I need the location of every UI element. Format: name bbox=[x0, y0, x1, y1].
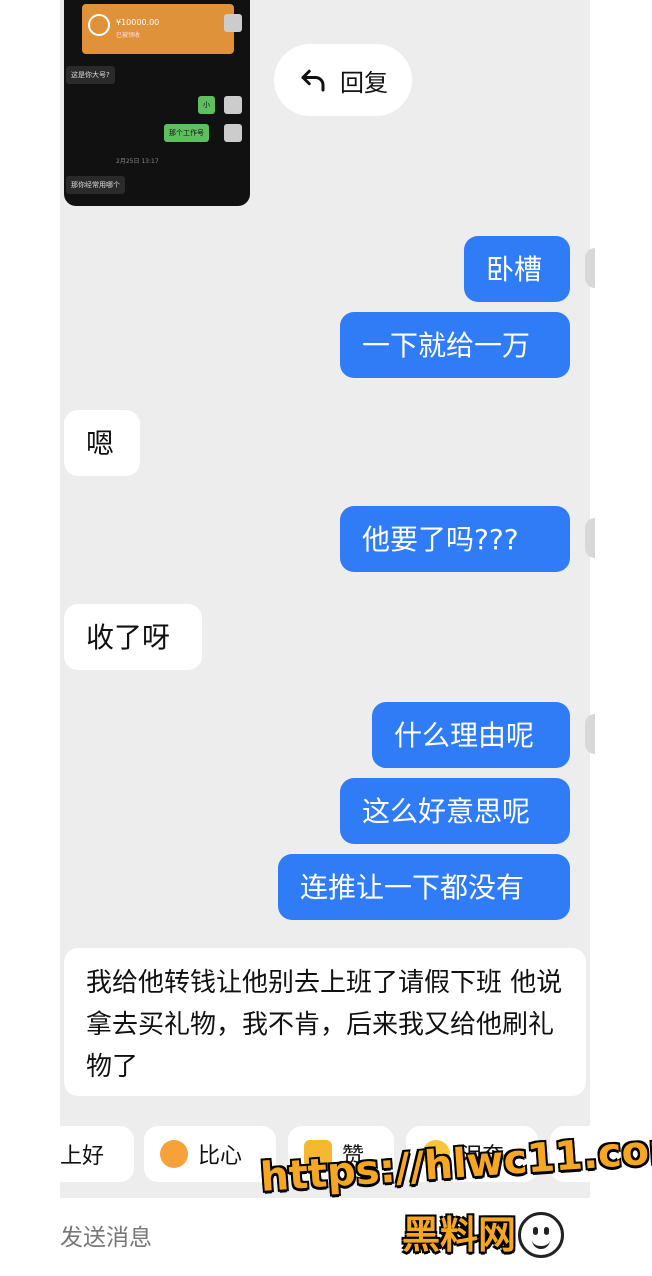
reply-button[interactable]: 回复 bbox=[274, 44, 412, 116]
quick-reaction-chip[interactable]: 上好 bbox=[44, 1126, 134, 1182]
mini-message: 小 bbox=[198, 96, 215, 114]
avatar bbox=[224, 14, 242, 32]
message-bubble-incoming[interactable]: 收了呀 bbox=[64, 604, 202, 670]
smiley-icon[interactable] bbox=[518, 1212, 564, 1258]
message-bubble-outgoing[interactable]: 连推让一下都没有 bbox=[278, 854, 570, 920]
chip-label: 比心 bbox=[198, 1144, 243, 1169]
transfer-status: 已被领收 bbox=[116, 32, 141, 39]
mini-message: 那个工作号 bbox=[164, 124, 209, 142]
avatar bbox=[224, 96, 242, 114]
message-bubble-outgoing[interactable]: 一下就给一万 bbox=[340, 312, 570, 378]
heart-hands-icon bbox=[160, 1140, 188, 1168]
reply-arrow-icon bbox=[301, 69, 325, 92]
message-bubble-outgoing[interactable]: 这么好意思呢 bbox=[340, 778, 570, 844]
avatar bbox=[224, 124, 242, 142]
avatar[interactable] bbox=[585, 248, 595, 288]
transfer-amount: ¥10000.00 bbox=[116, 18, 160, 27]
mini-message: 这是你大号? bbox=[66, 66, 115, 84]
message-bubble-outgoing[interactable]: 他要了吗??? bbox=[340, 506, 570, 572]
watermark-site-name: 黑料网 bbox=[402, 1213, 517, 1257]
check-icon bbox=[88, 14, 110, 36]
mini-message: 那你经常用哪个 bbox=[66, 176, 125, 194]
message-bubble-incoming[interactable]: 嗯 bbox=[64, 410, 140, 476]
avatar[interactable] bbox=[585, 714, 595, 754]
avatar[interactable] bbox=[585, 518, 595, 558]
message-bubble-outgoing[interactable]: 卧槽 bbox=[464, 236, 570, 302]
mini-timestamp: 2月25日 13:17 bbox=[116, 158, 159, 165]
message-input[interactable]: 发送消息 bbox=[60, 1218, 152, 1252]
embedded-screenshot-image[interactable]: ¥10000.00 已被领收 这是你大号? 小 那个工作号 2月25日 13:1… bbox=[64, 0, 250, 206]
transfer-card: ¥10000.00 已被领收 bbox=[82, 4, 234, 54]
reply-label: 回复 bbox=[340, 68, 388, 97]
message-bubble-incoming[interactable]: 我给他转钱让他别去上班了请假下班 他说拿去买礼物，我不肯，后来我又给他刷礼物了 bbox=[64, 948, 586, 1096]
message-bubble-outgoing[interactable]: 什么理由呢 bbox=[372, 702, 570, 768]
quick-reaction-chip[interactable]: 比心 bbox=[144, 1126, 276, 1182]
chip-label: 上好 bbox=[60, 1144, 105, 1169]
